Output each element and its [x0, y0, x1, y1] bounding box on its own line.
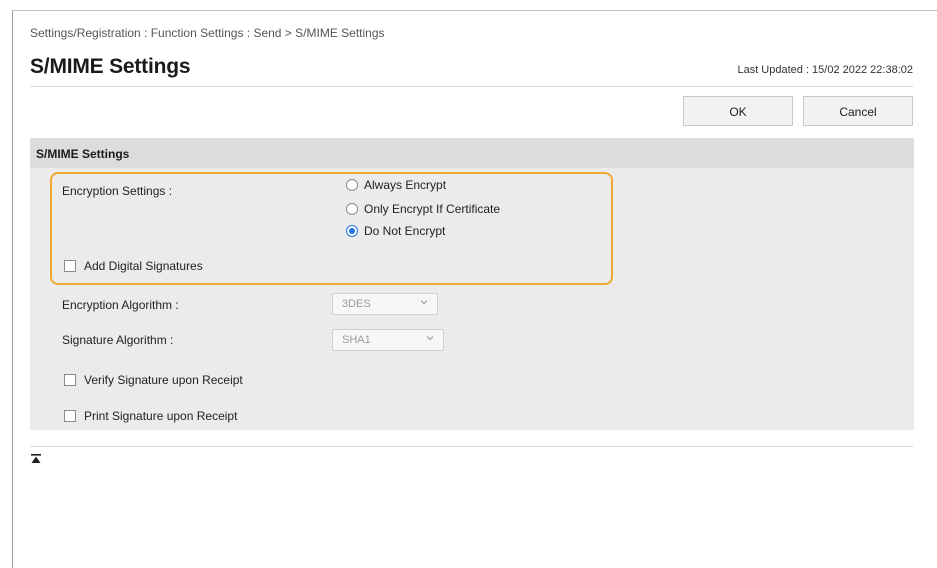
verify-signature-checkbox[interactable]	[64, 374, 76, 386]
signature-algorithm-select[interactable]: SHA1	[332, 329, 444, 351]
window-left-border	[12, 10, 13, 568]
ok-button[interactable]: OK	[683, 96, 793, 126]
window-top-border	[12, 10, 937, 11]
panel-header: S/MIME Settings	[30, 138, 914, 168]
breadcrumb: Settings/Registration : Function Setting…	[30, 26, 385, 40]
title-divider	[30, 86, 913, 87]
highlight-box	[50, 172, 613, 285]
signature-algorithm-label: Signature Algorithm :	[62, 333, 174, 347]
page-title: S/MIME Settings	[30, 55, 191, 78]
print-signature-checkbox[interactable]	[64, 410, 76, 422]
select-value: SHA1	[342, 334, 371, 346]
encryption-algorithm-label: Encryption Algorithm :	[62, 298, 179, 312]
chevron-down-icon	[425, 333, 435, 346]
checkbox-label: Verify Signature upon Receipt	[84, 373, 243, 387]
select-value: 3DES	[342, 298, 371, 310]
encryption-algorithm-select[interactable]: 3DES	[332, 293, 438, 315]
last-updated-text: Last Updated : 15/02 2022 22:38:02	[737, 64, 913, 76]
checkbox-label: Print Signature upon Receipt	[84, 409, 238, 423]
cancel-button[interactable]: Cancel	[803, 96, 913, 126]
chevron-down-icon	[419, 297, 429, 310]
bottom-divider	[30, 446, 913, 447]
back-to-top-icon[interactable]	[30, 452, 42, 464]
